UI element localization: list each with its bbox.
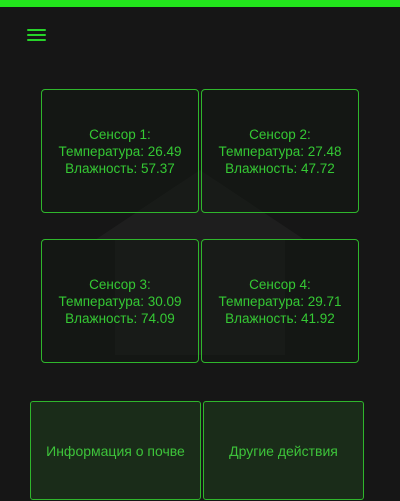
sensor-card-1[interactable]: Сенсор 1: Температура: 26.49 Влажность: … — [41, 89, 199, 213]
sensor-temperature: Температура: 30.09 — [58, 293, 182, 309]
sensor-humidity: Влажность: 57.37 — [65, 160, 175, 176]
top-accent-bar — [0, 0, 400, 7]
menu-line — [26, 39, 46, 41]
sensor-temperature: Температура: 27.48 — [218, 143, 342, 159]
sensor-title: Сенсор 4: — [249, 276, 311, 292]
menu-line — [26, 29, 46, 31]
sensor-title: Сенсор 2: — [249, 126, 311, 142]
sensor-humidity: Влажность: 41.92 — [225, 310, 335, 326]
sensor-card-4[interactable]: Сенсор 4: Температура: 29.71 Влажность: … — [201, 239, 359, 363]
menu-line — [26, 34, 46, 36]
other-actions-button[interactable]: Другие действия — [203, 401, 364, 500]
sensor-humidity: Влажность: 47.72 — [225, 160, 335, 176]
sensor-temperature: Температура: 26.49 — [58, 143, 182, 159]
sensor-title: Сенсор 1: — [89, 126, 151, 142]
soil-info-button[interactable]: Информация о почве — [30, 401, 201, 500]
hamburger-menu-icon[interactable] — [22, 24, 50, 46]
sensor-temperature: Температура: 29.71 — [218, 293, 342, 309]
sensor-title: Сенсор 3: — [89, 276, 151, 292]
sensor-humidity: Влажность: 74.09 — [65, 310, 175, 326]
app-screen: Сенсор 1: Температура: 26.49 Влажность: … — [0, 0, 400, 501]
sensor-card-2[interactable]: Сенсор 2: Температура: 27.48 Влажность: … — [201, 89, 359, 213]
sensor-card-3[interactable]: Сенсор 3: Температура: 30.09 Влажность: … — [41, 239, 199, 363]
